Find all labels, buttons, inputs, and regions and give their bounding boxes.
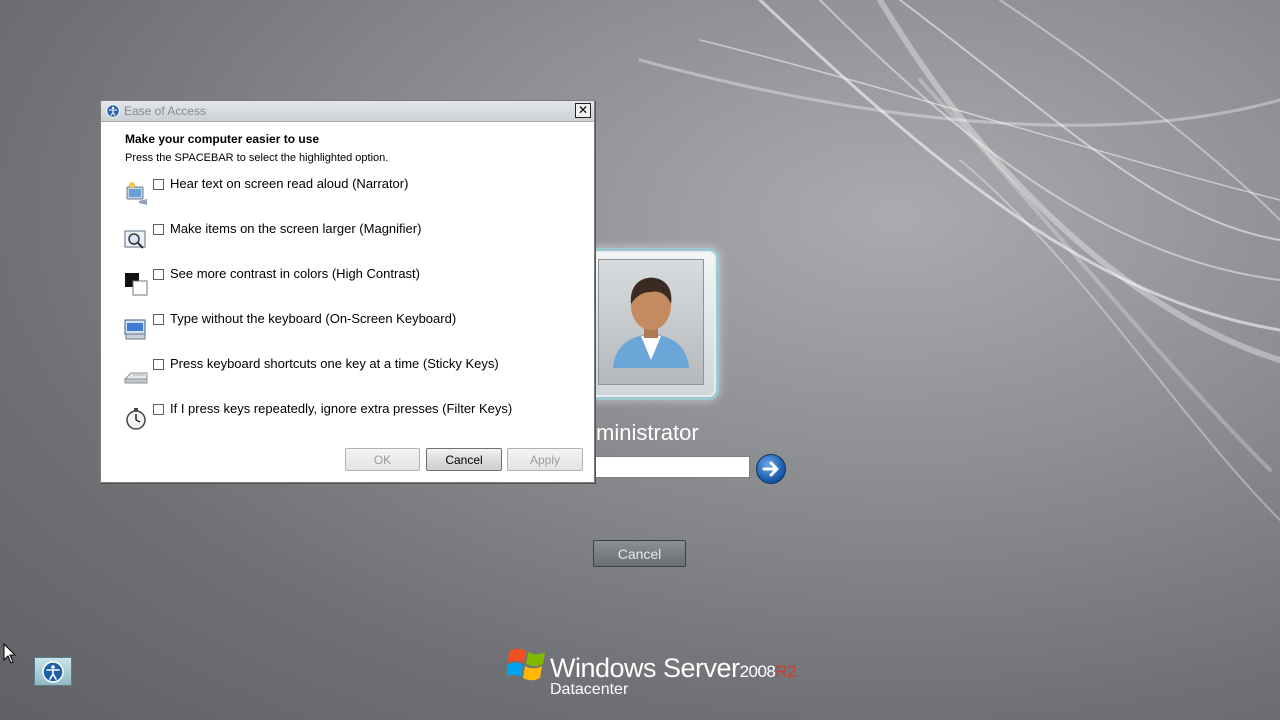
option-sticky-keys[interactable]: Press keyboard shortcuts one key at a ti… [123, 356, 583, 393]
sticky-keys-checkbox[interactable] [153, 359, 164, 370]
ease-of-access-icon [42, 660, 64, 683]
dialog-instructions: Press the SPACEBAR to select the highlig… [125, 152, 389, 164]
release-label: R2 [775, 662, 797, 681]
close-icon: ✕ [577, 103, 589, 117]
option-label: Type without the keyboard (On-Screen Key… [170, 311, 457, 326]
on-screen-keyboard-icon [124, 319, 146, 340]
arrow-right-icon [762, 461, 779, 477]
option-label: See more contrast in colors (High Contra… [170, 266, 420, 281]
cancel-button[interactable]: Cancel [426, 448, 502, 471]
login-cancel-button[interactable]: Cancel [593, 540, 686, 567]
dialog-title: Ease of Access [124, 104, 207, 118]
windows-logo-icon [506, 648, 545, 681]
narrator-icon [126, 182, 147, 205]
brand-name: Windows Server2008R2 [550, 653, 797, 684]
on-screen-keyboard-checkbox[interactable] [153, 314, 164, 325]
submit-arrow-button[interactable] [756, 454, 786, 484]
mouse-cursor-icon [3, 643, 17, 664]
high-contrast-checkbox[interactable] [153, 269, 164, 280]
password-field[interactable] [594, 456, 750, 478]
option-label: Press keyboard shortcuts one key at a ti… [170, 356, 499, 371]
product-name: Windows Server [550, 653, 740, 683]
close-button[interactable]: ✕ [575, 103, 591, 118]
windows-branding: Windows Server2008R2 Datacenter [506, 645, 797, 698]
ease-of-access-dialog: Ease of Access ✕ Make your computer easi… [100, 100, 595, 483]
option-filter-keys[interactable]: If I press keys repeatedly, ignore extra… [123, 401, 583, 438]
filter-keys-checkbox[interactable] [153, 404, 164, 415]
option-magnifier[interactable]: Make items on the screen larger (Magnifi… [123, 221, 583, 258]
ease-of-access-title-icon [106, 104, 120, 118]
dialog-titlebar[interactable]: Ease of Access ✕ [101, 101, 594, 122]
user-tile[interactable] [585, 248, 719, 400]
apply-button[interactable]: Apply [507, 448, 583, 471]
option-on-screen-keyboard[interactable]: Type without the keyboard (On-Screen Key… [123, 311, 583, 348]
ease-of-access-button[interactable] [34, 657, 72, 686]
dialog-heading: Make your computer easier to use [125, 132, 320, 146]
narrator-checkbox[interactable] [153, 179, 164, 190]
option-label: Hear text on screen read aloud (Narrator… [170, 176, 409, 191]
username-label: ministrator [596, 420, 699, 445]
high-contrast-icon [125, 273, 148, 296]
edition-label: Datacenter [550, 681, 629, 698]
ok-button[interactable]: OK [345, 448, 420, 471]
option-label: If I press keys repeatedly, ignore extra… [170, 401, 513, 416]
user-avatar-icon [613, 277, 689, 368]
option-label: Make items on the screen larger (Magnifi… [170, 221, 422, 236]
sticky-keys-icon [123, 372, 148, 384]
magnifier-checkbox[interactable] [153, 224, 164, 235]
option-narrator[interactable]: Hear text on screen read aloud (Narrator… [123, 176, 583, 213]
user-picture-frame [598, 259, 704, 385]
option-high-contrast[interactable]: See more contrast in colors (High Contra… [123, 266, 583, 303]
version-label: 2008 [739, 662, 776, 681]
filter-keys-icon [126, 408, 146, 430]
magnifier-icon [124, 230, 146, 249]
